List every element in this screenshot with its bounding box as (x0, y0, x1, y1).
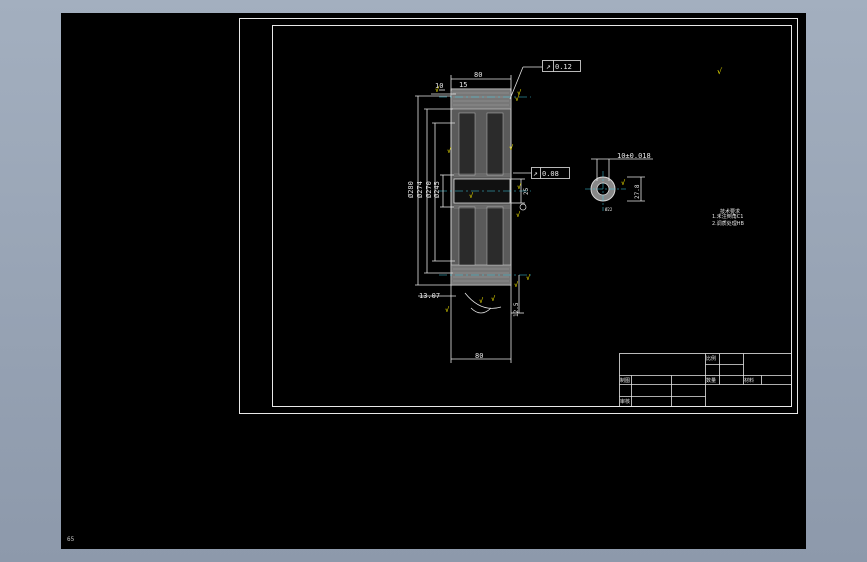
svg-text:√: √ (479, 297, 484, 305)
roughness-symbol: √ (717, 67, 723, 76)
title-block-r3c1: 制图 (620, 377, 630, 384)
svg-text:√: √ (509, 144, 514, 152)
dim-top-small-2: 15 (459, 81, 467, 89)
notes-line-1: 1.未注倒角C1 (712, 213, 743, 220)
svg-text:√: √ (514, 281, 519, 289)
web-cavity-bl (458, 206, 476, 266)
coordinate-readout: 65 (67, 536, 75, 543)
dim-bore: Ø22 (605, 207, 613, 212)
hub-side-view: 10±0.018 27.8 √ Ø22 (585, 152, 653, 212)
pulley-section-view: Ø280 Ø274 Ø270 Ø245 80 10 15 ↗ 0.12 ↗ 0.… (407, 60, 581, 363)
web-cavity-br (486, 206, 504, 266)
dim-diameter-overall: Ø280 (407, 181, 415, 198)
dim-keyway-depth: 27.8 (634, 184, 641, 199)
dim-bottom-left: 13.07 (419, 292, 440, 300)
dim-bottom-width: 80 (475, 352, 483, 360)
svg-text:√: √ (491, 295, 496, 303)
title-block-r2c2: 材料 (744, 377, 754, 384)
svg-text:√: √ (517, 89, 522, 97)
notes-line-2: 2.调质处理HB (712, 220, 745, 227)
web-cavity-tr (486, 112, 504, 176)
title-block-r1c1: 比例 (706, 355, 716, 362)
title-block-r2c1: 数量 (706, 377, 716, 384)
svg-text:↗: ↗ (533, 169, 538, 178)
title-block-r4c1: 审核 (620, 398, 630, 405)
web-cavity-tl (458, 112, 476, 176)
cad-drawing[interactable]: Ø280 Ø274 Ø270 Ø245 80 10 15 ↗ 0.12 ↗ 0.… (61, 13, 806, 549)
dim-diameter-4: Ø245 (433, 181, 441, 198)
rim-top (450, 88, 512, 110)
svg-text:↗: ↗ (546, 62, 551, 71)
dim-diameter-3: Ø270 (425, 181, 433, 198)
dim-keyway-width: 10±0.018 (617, 152, 651, 160)
dim-diameter-2: Ø274 (416, 181, 424, 198)
drawing-viewport[interactable]: Ø280 Ø274 Ø270 Ø245 80 10 15 ↗ 0.12 ↗ 0.… (61, 13, 806, 549)
runout-value-top: 0.12 (555, 63, 572, 71)
svg-text:√: √ (445, 306, 450, 314)
dim-right-small: 12.5 (513, 302, 520, 317)
runout-value-mid: 0.08 (542, 170, 559, 178)
svg-text:25: 25 (523, 187, 530, 195)
svg-text:√: √ (516, 211, 521, 219)
svg-text:√: √ (621, 179, 626, 187)
technical-notes: √ 技术要求 1.未注倒角C1 2.调质处理HB (712, 67, 745, 227)
dim-top-width: 80 (474, 71, 482, 79)
